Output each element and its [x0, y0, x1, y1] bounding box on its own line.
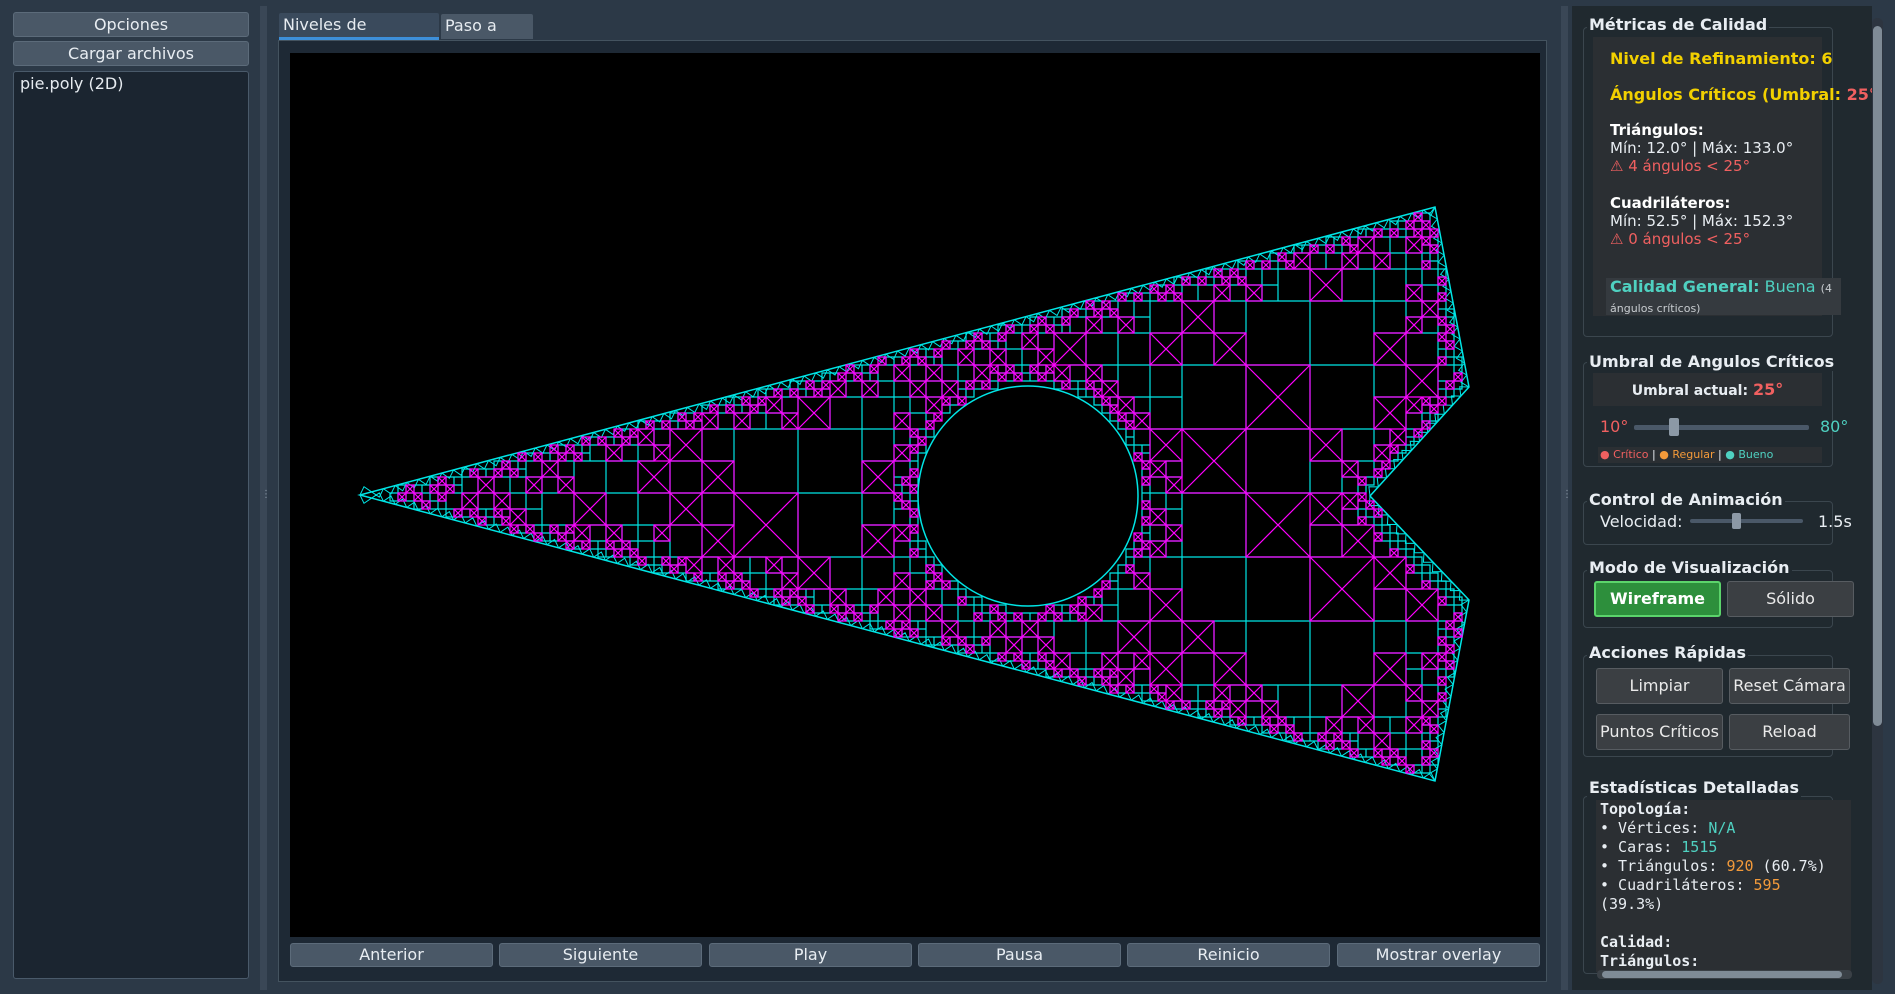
stats-title: Estadísticas Detalladas — [1587, 778, 1801, 797]
stat-triangles-pct: (60.7%) — [1753, 857, 1826, 875]
reload-button[interactable]: Reload — [1729, 714, 1850, 750]
threshold-slider-handle[interactable] — [1669, 418, 1680, 436]
quads-warning: ⚠ 0 ángulos < 25° — [1610, 230, 1751, 248]
general-quality-value: Buena — [1764, 277, 1816, 296]
threshold-min: 10° — [1600, 417, 1629, 436]
threshold-current-value: 25° — [1752, 380, 1784, 399]
threshold-max: 80° — [1820, 417, 1849, 436]
quads-range: Mín: 52.5° | Máx: 152.3° — [1610, 212, 1794, 230]
triangles-warning: ⚠ 4 ángulos < 25° — [1610, 157, 1751, 175]
quality-title: Calidad: — [1600, 933, 1673, 951]
stats-box[interactable]: Topología: • Vértices: N/A • Caras: 1515… — [1596, 800, 1851, 972]
metrics-box — [1593, 37, 1822, 316]
stat-triangles-label: • Triángulos: — [1600, 857, 1727, 875]
stat-triangles-value: 920 — [1726, 857, 1754, 875]
tab-refinement-levels[interactable]: Niveles de refinación — [279, 13, 439, 58]
speed-slider-handle[interactable] — [1731, 513, 1741, 529]
threshold-slider[interactable] — [1634, 418, 1809, 436]
speed-slider[interactable] — [1690, 513, 1803, 529]
tab-step-by-step[interactable]: Paso a paso — [441, 14, 533, 59]
threshold-current-label: Umbral actual: — [1631, 383, 1749, 399]
refinement-level: Nivel de Refinamiento: 6 — [1610, 49, 1833, 68]
next-button[interactable]: Siguiente — [499, 943, 702, 967]
animation-title: Control de Animación — [1587, 490, 1785, 509]
critical-angles-prefix: Ángulos Críticos (Umbral: — [1610, 85, 1847, 104]
view-mode-title: Modo de Visualización — [1587, 558, 1792, 577]
quick-actions-title: Acciones Rápidas — [1587, 643, 1748, 662]
legend-sep: | — [1652, 448, 1656, 461]
stat-faces-value: 1515 — [1681, 838, 1718, 856]
options-button[interactable]: Opciones — [13, 12, 249, 37]
triangles-range: Mín: 12.0° | Máx: 133.0° — [1610, 139, 1794, 157]
previous-button[interactable]: Anterior — [290, 943, 493, 967]
stats-hscrollbar-thumb[interactable] — [1602, 971, 1842, 978]
stat-triangles: • Triángulos: 920 (60.7%) — [1600, 857, 1847, 876]
file-list-item[interactable]: pie.poly (2D) — [14, 72, 248, 95]
clear-button[interactable]: Limpiar — [1596, 668, 1723, 704]
stat-quads-label: • Cuadriláteros: — [1600, 876, 1754, 894]
load-files-button[interactable]: Cargar archivos — [13, 41, 249, 66]
topology-title: Topología: — [1600, 800, 1691, 818]
wireframe-button[interactable]: Wireframe — [1594, 581, 1721, 617]
splitter-handle-icon: ⋮ — [261, 489, 271, 500]
legend-regular: ● Regular — [1659, 448, 1715, 461]
splitter-handle-icon: ⋮ — [1562, 489, 1572, 500]
legend-sep: | — [1718, 448, 1722, 461]
critical-points-button[interactable]: Puntos Críticos — [1596, 714, 1723, 750]
speed-label: Velocidad: — [1600, 512, 1683, 531]
threshold-title: Umbral de Angulos Críticos — [1587, 352, 1837, 371]
general-quality-label: Calidad General: — [1610, 277, 1760, 296]
threshold-legend: ● Crítico | ● Regular | ● Bueno — [1598, 447, 1822, 463]
stat-faces-label: • Caras: — [1600, 838, 1682, 856]
critical-angles-heading: Ángulos Críticos (Umbral: 25°) — [1610, 85, 1884, 104]
triangles-title: Triángulos: — [1610, 121, 1704, 139]
reset-camera-button[interactable]: Reset Cámara — [1729, 668, 1850, 704]
mesh-wireframe — [357, 206, 1470, 782]
threshold-current: Umbral actual: 25° — [1593, 373, 1822, 406]
stat-vertices-label: • Vértices: — [1600, 819, 1709, 837]
legend-good: ● Bueno — [1725, 448, 1774, 461]
quads-title: Cuadriláteros: — [1610, 194, 1731, 212]
mesh-canvas[interactable] — [290, 53, 1540, 937]
pause-button[interactable]: Pausa — [918, 943, 1121, 967]
speed-slider-track — [1690, 519, 1803, 523]
file-list[interactable]: pie.poly (2D) — [13, 71, 249, 979]
threshold-slider-track — [1634, 425, 1809, 430]
quality-triangles-title: Triángulos: — [1600, 952, 1700, 970]
stat-quads: • Cuadriláteros: 595 — [1600, 876, 1847, 895]
stat-vertices: • Vértices: N/A — [1600, 819, 1847, 838]
solid-button[interactable]: Sólido — [1727, 581, 1854, 617]
legend-critical: ● Crítico — [1600, 448, 1649, 461]
speed-value: 1.5s — [1818, 512, 1852, 531]
stats-hscrollbar[interactable] — [1597, 970, 1852, 979]
right-panel-scrollbar[interactable] — [1872, 18, 1883, 984]
play-button[interactable]: Play — [709, 943, 912, 967]
stat-quads-value: 595 — [1753, 876, 1781, 894]
stats-spacer — [1600, 914, 1847, 933]
stat-quads-pct: (39.3%) — [1600, 895, 1664, 913]
general-quality: Calidad General: Buena (4 ángulos crític… — [1606, 278, 1841, 315]
stat-faces: • Caras: 1515 — [1600, 838, 1847, 857]
restart-button[interactable]: Reinicio — [1127, 943, 1330, 967]
show-overlay-button[interactable]: Mostrar overlay — [1337, 943, 1540, 967]
right-panel-scrollbar-thumb[interactable] — [1873, 26, 1882, 726]
metrics-title: Métricas de Calidad — [1587, 15, 1770, 34]
stat-vertices-value: N/A — [1708, 819, 1736, 837]
